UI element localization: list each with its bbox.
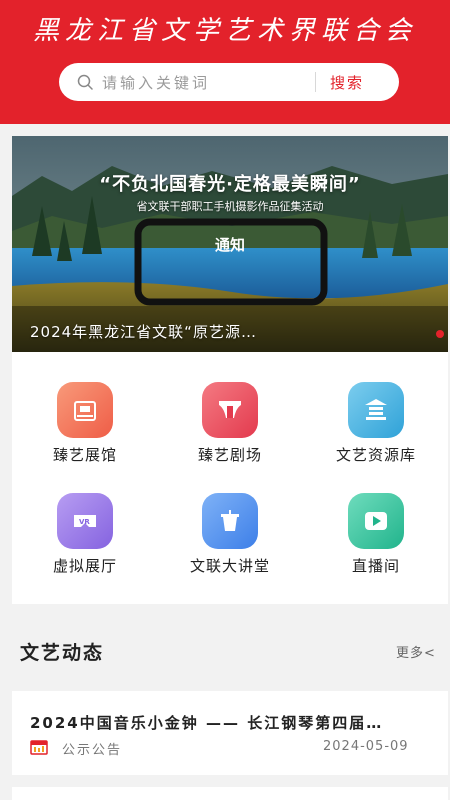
banner-carousel[interactable]: “不负北国春光·定格最美瞬间” 省文联干部职工手机摄影作品征集活动 通知 202… <box>12 136 448 352</box>
banner-subtitle: 省文联干部职工手机摄影作品征集活动 <box>136 200 324 213</box>
news-category: 公示公告 <box>62 743 123 758</box>
lecture-icon <box>202 493 258 549</box>
banner-headline: “不负北国春光·定格最美瞬间” <box>99 174 361 195</box>
header-bar: 黑龙江省文学艺术界联合会 请输入关键词 搜索 <box>0 0 450 124</box>
feature-label: 臻艺剧场 <box>197 446 262 464</box>
news-date: 2024-05-09 <box>323 739 409 754</box>
calendar-icon <box>30 739 48 759</box>
news-title: 2024中国音乐小金钟 —— 长江钢琴第四届… <box>30 714 384 732</box>
feature-vr[interactable]: VR 虚拟展厅 <box>12 493 157 593</box>
feature-lecture[interactable]: 文联大讲堂 <box>157 493 302 593</box>
news-item-next[interactable] <box>12 787 448 800</box>
search-button[interactable]: 搜索 <box>330 72 364 93</box>
app-title: 黑龙江省文学艺术界联合会 <box>32 16 417 46</box>
more-link[interactable]: 更多< <box>396 642 436 661</box>
feature-library[interactable]: 文艺资源库 <box>303 382 448 482</box>
carousel-indicator[interactable] <box>436 330 444 338</box>
search-input[interactable]: 请输入关键词 <box>102 72 210 93</box>
vr-icon: VR <box>57 493 113 549</box>
news-item[interactable]: 2024中国音乐小金钟 —— 长江钢琴第四届… 公示公告 2024-05-09 <box>12 691 448 775</box>
live-icon <box>348 493 404 549</box>
banner-caption[interactable]: 2024年黑龙江省文联“原艺源… <box>30 321 257 342</box>
feature-grid: 臻艺展馆 臻艺剧场 文艺资源库 VR 虚拟展厅 文联大讲堂 直播间 <box>12 352 448 604</box>
feature-label: 直播间 <box>351 557 400 575</box>
museum-icon <box>57 382 113 438</box>
banner-phone-text: 通知 <box>214 236 245 254</box>
search-icon <box>77 74 93 90</box>
feature-label: 文联大讲堂 <box>189 557 270 575</box>
feature-label: 虚拟展厅 <box>52 557 117 575</box>
theater-icon <box>202 382 258 438</box>
feature-theater[interactable]: 臻艺剧场 <box>157 382 302 482</box>
svg-text:VR: VR <box>79 518 90 526</box>
section-title: 文艺动态 <box>20 642 105 664</box>
feature-label: 文艺资源库 <box>335 446 416 464</box>
feature-museum[interactable]: 臻艺展馆 <box>12 382 157 482</box>
feature-live[interactable]: 直播间 <box>303 493 448 593</box>
library-icon <box>348 382 404 438</box>
search-bar[interactable]: 请输入关键词 搜索 <box>59 63 399 101</box>
search-divider <box>315 72 316 92</box>
feature-label: 臻艺展馆 <box>52 446 117 464</box>
